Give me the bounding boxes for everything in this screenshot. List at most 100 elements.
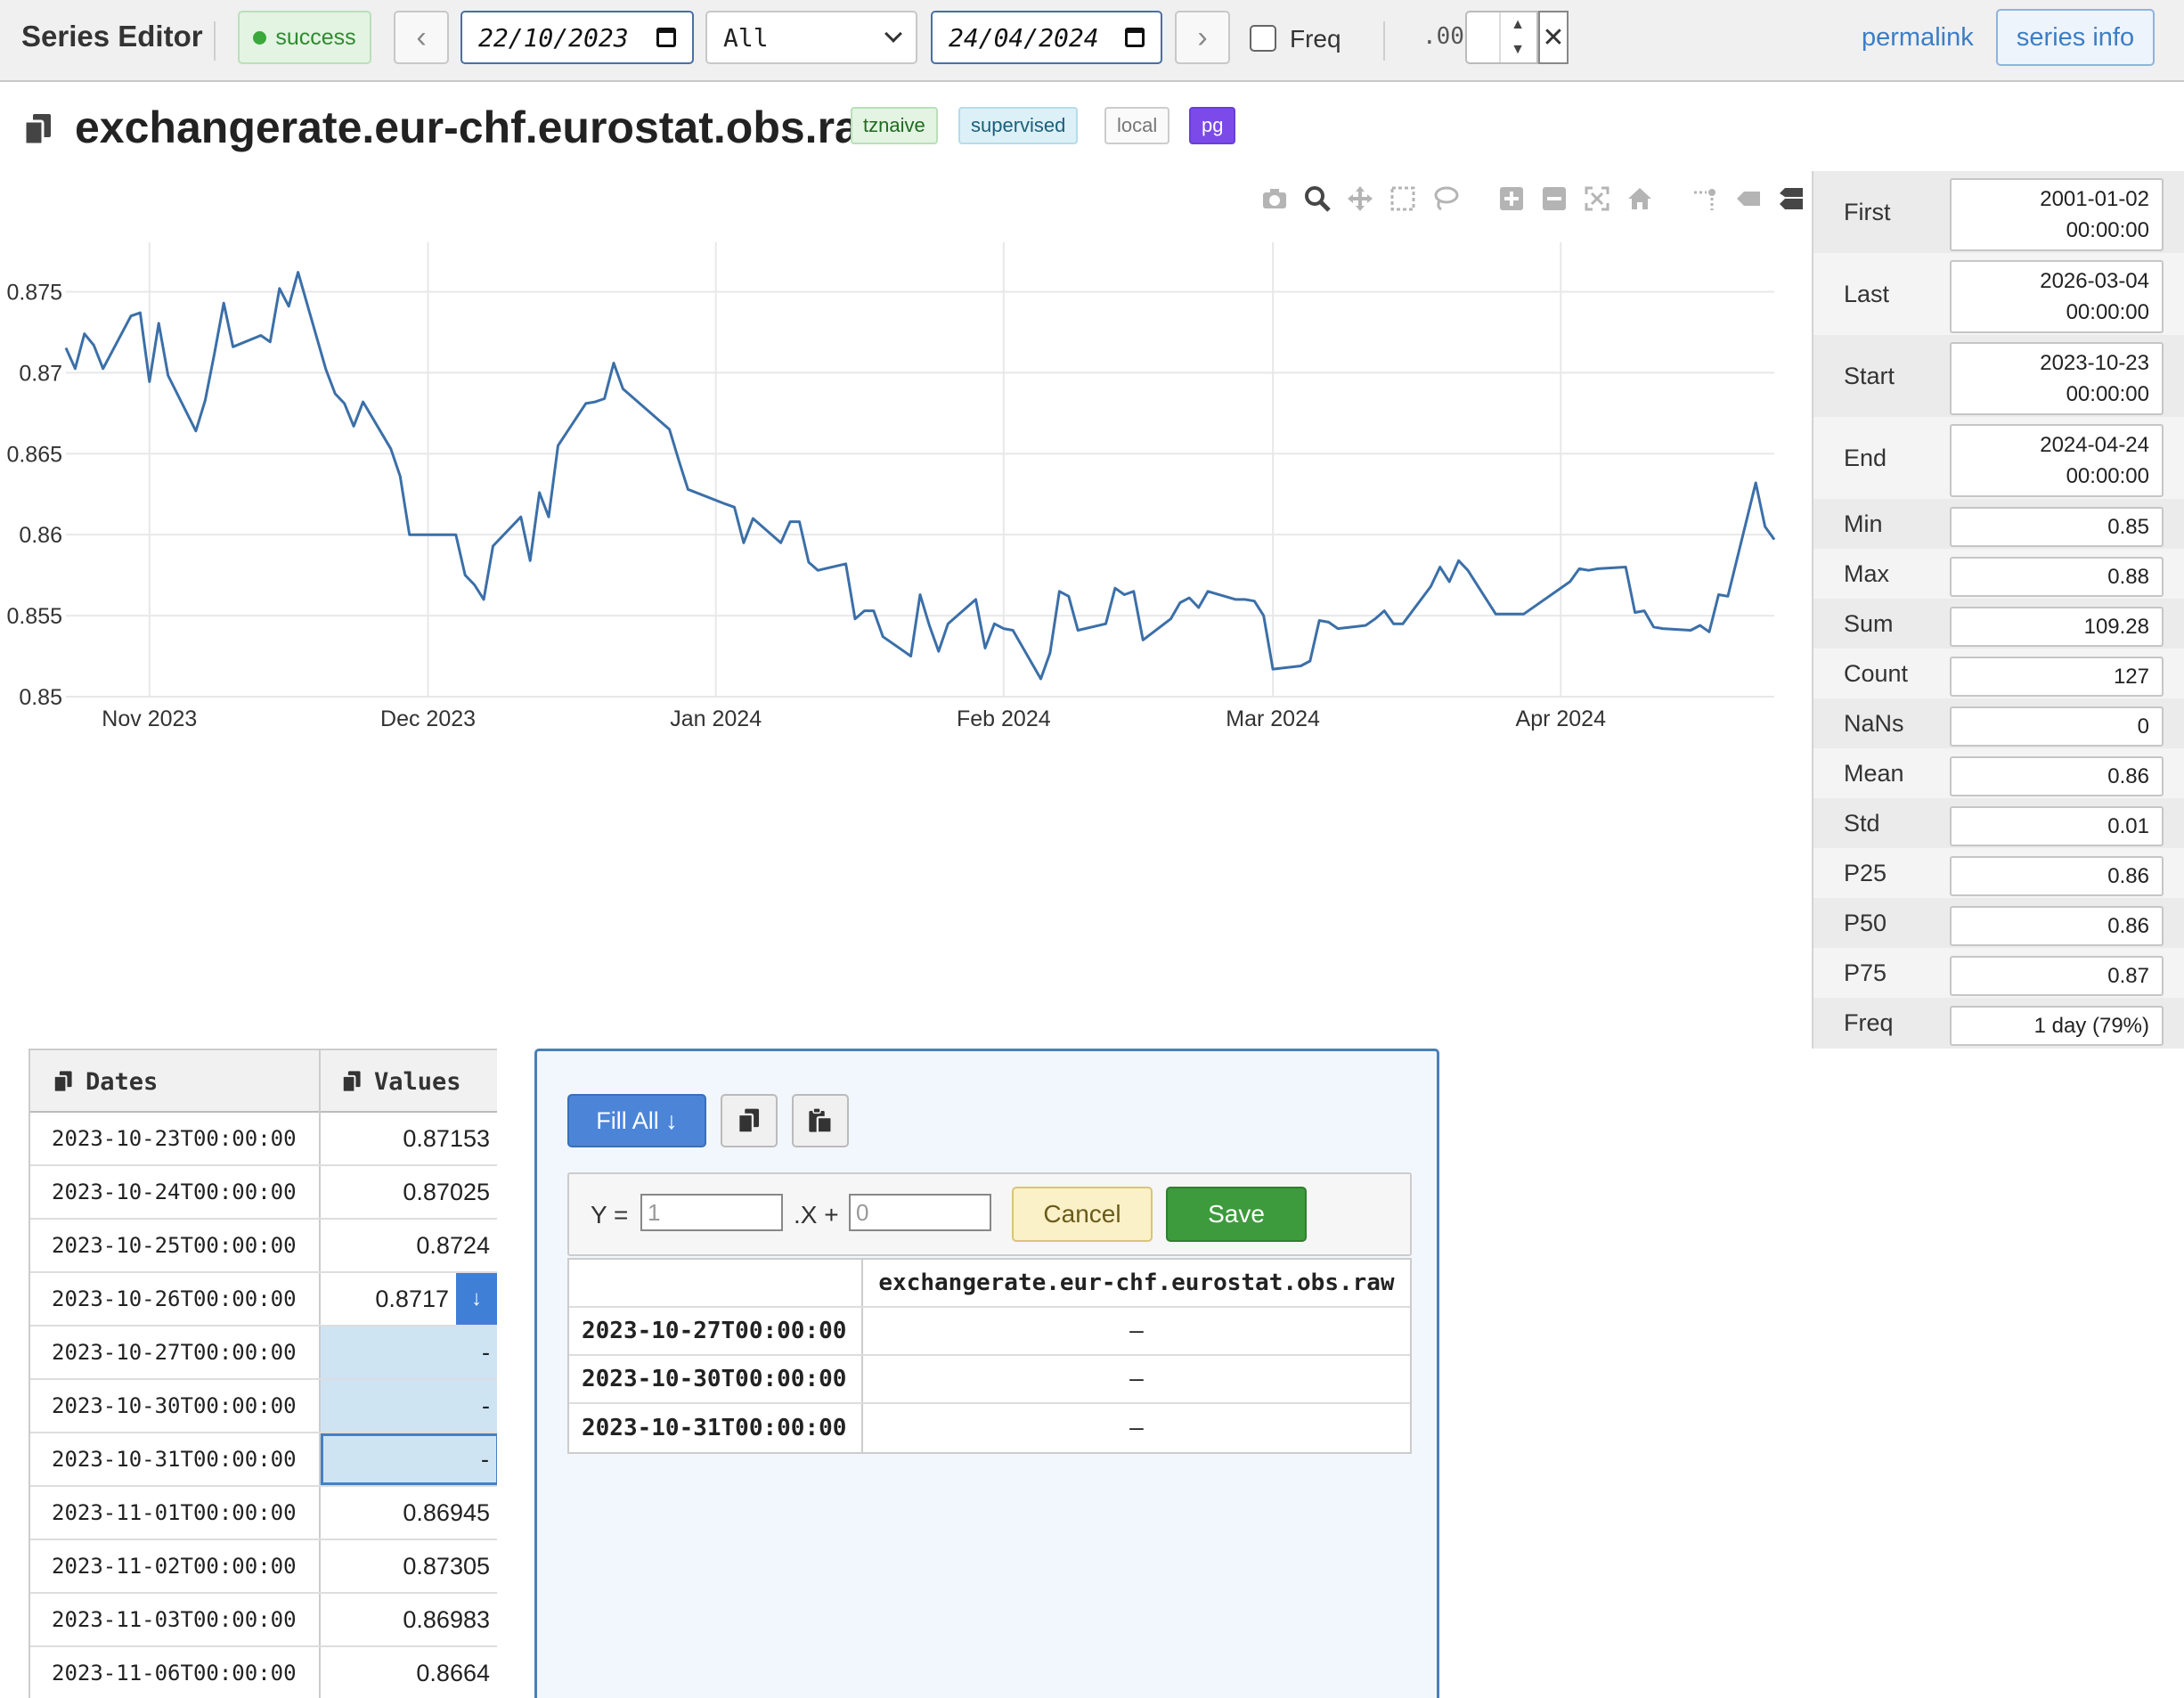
stat-value: 0.86 bbox=[1950, 906, 2164, 946]
top-toolbar: Series Editor success ‹ 22/10/2023 All 2… bbox=[0, 0, 2184, 82]
stat-row-sum: Sum 109.28 bbox=[1813, 599, 2184, 649]
table-row: 2023-10-30T00:00:00 - bbox=[30, 1380, 497, 1433]
cancel-button[interactable]: Cancel bbox=[1012, 1187, 1153, 1242]
table-row: 2023-10-27T00:00:00 - bbox=[30, 1327, 497, 1380]
permalink-link[interactable]: permalink bbox=[1862, 23, 1974, 53]
x-tick-label: Mar 2024 bbox=[1226, 706, 1320, 731]
fill-preview-table: exchangerate.eur-chf.eurostat.obs.raw 20… bbox=[567, 1258, 1412, 1454]
values-column-header[interactable]: Values bbox=[321, 1050, 497, 1113]
hover-compare-icon[interactable] bbox=[1778, 185, 1805, 212]
y-tick-label: 0.85 bbox=[19, 685, 62, 710]
y-tick-label: 0.87 bbox=[19, 361, 62, 386]
box-select-icon[interactable] bbox=[1389, 185, 1416, 212]
decimals-stepper[interactable]: ▲ ▼ bbox=[1499, 12, 1535, 62]
zoom-out-icon[interactable] bbox=[1541, 185, 1568, 212]
dates-header-label: Dates bbox=[86, 1067, 159, 1096]
previous-range-button[interactable]: ‹ bbox=[394, 11, 449, 64]
home-icon[interactable] bbox=[1626, 185, 1653, 212]
zoom-in-icon[interactable] bbox=[1498, 185, 1525, 212]
stat-row-p25: P25 0.86 bbox=[1813, 848, 2184, 898]
grid-header: Dates Values bbox=[30, 1049, 497, 1113]
value-cell[interactable]: 0.86983 bbox=[321, 1594, 497, 1645]
line-chart[interactable]: 0.85 0.855 0.86 0.865 0.87 0.875 Nov 2023 Dec 2… bbox=[0, 171, 1812, 1049]
date-cell: 2023-11-06T00:00:00 bbox=[30, 1647, 321, 1698]
value-cell[interactable]: 0.8724 bbox=[321, 1220, 497, 1271]
stat-value: 2023-10-23 00:00:00 bbox=[1950, 342, 2164, 415]
stat-label: P25 bbox=[1844, 859, 1887, 886]
table-row: 2023-11-06T00:00:00 0.8664 bbox=[30, 1647, 497, 1698]
copy-button[interactable] bbox=[721, 1094, 778, 1147]
linear-fill-formula: Y = 1 .X + 0 Cancel Save bbox=[567, 1172, 1412, 1256]
preview-date-cell: 2023-10-30T00:00:00 bbox=[569, 1356, 863, 1402]
copy-name-icon[interactable] bbox=[21, 112, 55, 146]
preview-value-cell: – bbox=[1129, 1318, 1144, 1344]
value-cell[interactable]: 0.8717 ↓ bbox=[321, 1273, 497, 1325]
preview-date-cell: 2023-10-27T00:00:00 bbox=[569, 1308, 863, 1354]
value-cell[interactable]: 0.87305 bbox=[321, 1540, 497, 1592]
stepper-up-icon[interactable]: ▲ bbox=[1511, 17, 1525, 33]
paste-button[interactable] bbox=[792, 1094, 849, 1147]
date-cell: 2023-11-01T00:00:00 bbox=[30, 1487, 321, 1539]
stat-value: 0.85 bbox=[1950, 507, 2164, 547]
value-cell[interactable]: 0.87025 bbox=[321, 1166, 497, 1218]
stat-value: 0.87 bbox=[1950, 956, 2164, 996]
camera-icon[interactable] bbox=[1261, 185, 1288, 212]
stat-value: 2024-04-24 00:00:00 bbox=[1950, 424, 2164, 497]
series-stats-panel: First 2001-01-02 00:00:00 Last 2026-03-04… bbox=[1812, 171, 2184, 1049]
lasso-select-icon[interactable] bbox=[1432, 185, 1459, 212]
spike-lines-icon[interactable] bbox=[1692, 185, 1719, 212]
value-cell-selected[interactable]: - bbox=[321, 1327, 497, 1378]
freq-checkbox[interactable] bbox=[1250, 25, 1276, 52]
stat-label: Last bbox=[1844, 280, 1890, 307]
calendar-icon[interactable] bbox=[1125, 28, 1145, 47]
preview-series-header: exchangerate.eur-chf.eurostat.obs.raw bbox=[878, 1269, 1395, 1296]
stat-label: P75 bbox=[1844, 959, 1887, 986]
copy-values-icon[interactable] bbox=[340, 1070, 363, 1093]
stat-label: Std bbox=[1844, 809, 1880, 837]
preview-value-cell: – bbox=[1129, 1366, 1144, 1392]
preview-header-row: exchangerate.eur-chf.eurostat.obs.raw bbox=[569, 1260, 1410, 1308]
decimals-label: .00 bbox=[1422, 23, 1464, 50]
stat-value: 0.86 bbox=[1950, 856, 2164, 896]
fill-down-handle[interactable]: ↓ bbox=[456, 1273, 497, 1325]
next-range-button[interactable]: › bbox=[1175, 11, 1230, 64]
series-info-button[interactable]: series info bbox=[1996, 9, 2155, 66]
chart-area[interactable]: 0.85 0.855 0.86 0.865 0.87 0.875 Nov 2023 Dec 2… bbox=[0, 171, 1812, 1049]
tag-tznaive: tznaive bbox=[851, 107, 938, 144]
fill-all-button[interactable]: Fill All ↓ bbox=[567, 1094, 706, 1147]
autoscale-icon[interactable] bbox=[1584, 185, 1610, 212]
dates-column-header[interactable]: Dates bbox=[30, 1050, 321, 1113]
chevron-down-icon bbox=[884, 25, 902, 43]
range-select[interactable]: All bbox=[705, 11, 917, 64]
table-row: 2023-10-24T00:00:00 0.87025 bbox=[30, 1166, 497, 1220]
save-button[interactable]: Save bbox=[1166, 1187, 1307, 1242]
series-data-grid[interactable]: Dates Values 2023-10-23T00:00:00 0.87153… bbox=[29, 1049, 497, 1698]
slope-input[interactable]: 1 bbox=[640, 1194, 783, 1231]
to-date-input[interactable]: 24/04/2024 bbox=[931, 11, 1162, 64]
from-date-input[interactable]: 22/10/2023 bbox=[460, 11, 694, 64]
preview-row: 2023-10-30T00:00:00 – bbox=[569, 1356, 1410, 1404]
stat-row-end: End 2024-04-24 00:00:00 bbox=[1813, 417, 2184, 499]
preview-date-cell: 2023-10-31T00:00:00 bbox=[569, 1404, 863, 1452]
preview-corner-cell bbox=[569, 1260, 863, 1306]
values-header-label: Values bbox=[374, 1067, 461, 1096]
intercept-input[interactable]: 0 bbox=[849, 1194, 991, 1231]
tag-supervised: supervised bbox=[958, 107, 1079, 144]
value-cell-focused[interactable]: - bbox=[321, 1433, 497, 1485]
table-row: 2023-10-26T00:00:00 0.8717 ↓ bbox=[30, 1273, 497, 1327]
stat-label: First bbox=[1844, 198, 1891, 225]
calendar-icon[interactable] bbox=[656, 28, 676, 47]
value-cell[interactable]: 0.86945 bbox=[321, 1487, 497, 1539]
copy-dates-icon[interactable] bbox=[52, 1070, 75, 1093]
hover-closest-icon[interactable] bbox=[1735, 185, 1762, 212]
value-cell[interactable]: 0.8664 bbox=[321, 1647, 497, 1698]
pan-icon[interactable] bbox=[1347, 185, 1373, 212]
date-cell: 2023-10-30T00:00:00 bbox=[30, 1380, 321, 1432]
table-row: 2023-11-01T00:00:00 0.86945 bbox=[30, 1487, 497, 1540]
value-cell-selected[interactable]: - bbox=[321, 1380, 497, 1432]
stepper-down-icon[interactable]: ▼ bbox=[1511, 42, 1525, 58]
value-cell[interactable]: 0.87153 bbox=[321, 1113, 497, 1164]
zoom-icon[interactable] bbox=[1304, 185, 1331, 212]
decimals-clear-button[interactable]: ✕ bbox=[1538, 11, 1569, 64]
preview-value-cell: – bbox=[1129, 1415, 1144, 1441]
